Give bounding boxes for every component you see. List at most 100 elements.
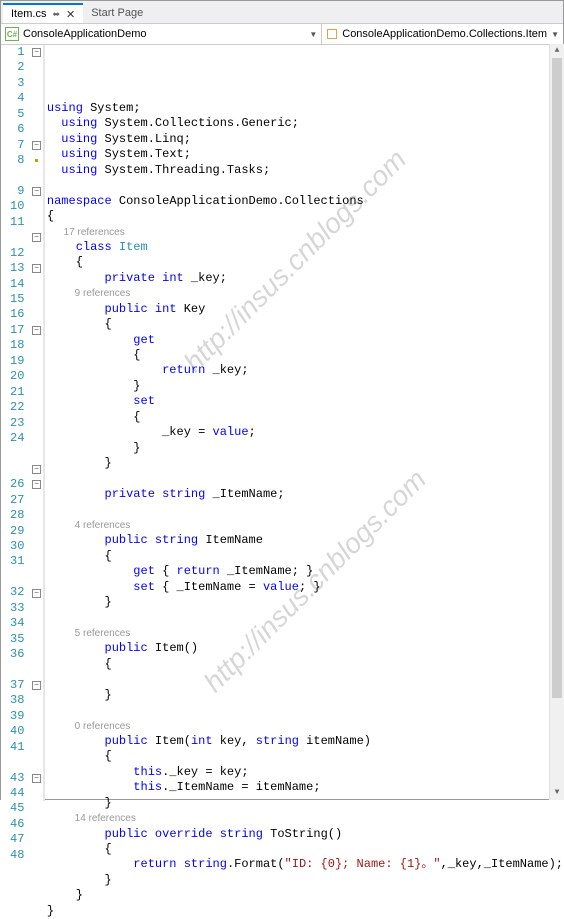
code-line[interactable]: return _key; — [47, 363, 563, 378]
fold-cell[interactable] — [30, 277, 42, 292]
code-line[interactable]: this._ItemName = itemName; — [47, 780, 563, 795]
fold-cell[interactable] — [30, 91, 42, 106]
code-line[interactable]: _key = value; — [47, 425, 563, 440]
fold-cell[interactable] — [30, 107, 42, 122]
fold-cell[interactable] — [30, 848, 42, 863]
fold-cell[interactable] — [30, 601, 42, 616]
fold-cell[interactable] — [30, 570, 42, 585]
fold-minus-icon[interactable]: − — [32, 480, 41, 489]
fold-cell[interactable] — [30, 307, 42, 322]
code-line[interactable]: get { return _ItemName; } — [47, 564, 563, 579]
fold-cell[interactable] — [30, 786, 42, 801]
fold-cell[interactable] — [30, 169, 42, 184]
code-line[interactable]: public override string ToString() — [47, 827, 563, 842]
fold-cell[interactable] — [30, 369, 42, 384]
fold-cell[interactable] — [30, 524, 42, 539]
code-line[interactable]: using System.Linq; — [47, 132, 563, 147]
code-line[interactable]: 0 references — [47, 719, 563, 734]
code-line[interactable]: { — [47, 209, 563, 224]
fold-minus-icon[interactable]: − — [32, 774, 41, 783]
member-dropdown[interactable]: ConsoleApplicationDemo.Collections.Item … — [322, 24, 563, 44]
code-line[interactable]: private string _ItemName; — [47, 487, 563, 502]
code-line[interactable]: { — [47, 749, 563, 764]
fold-cell[interactable] — [30, 539, 42, 554]
fold-cell[interactable]: − — [30, 230, 42, 245]
fold-cell[interactable] — [30, 122, 42, 137]
code-line[interactable]: class Item — [47, 240, 563, 255]
fold-cell[interactable] — [30, 246, 42, 261]
pin-icon[interactable]: ⬌ — [52, 9, 60, 20]
tab-start-page[interactable]: Start Page — [83, 3, 151, 23]
code-line[interactable] — [47, 502, 563, 517]
code-area[interactable]: http://insus.cnblogs.com http://insus.cn… — [43, 45, 563, 801]
code-line[interactable]: } — [47, 888, 563, 903]
fold-cell[interactable] — [30, 755, 42, 770]
code-line[interactable]: { — [47, 317, 563, 332]
code-line[interactable] — [47, 703, 563, 718]
fold-cell[interactable] — [30, 431, 42, 446]
fold-cell[interactable] — [30, 292, 42, 307]
code-line[interactable]: 9 references — [47, 286, 563, 301]
code-line[interactable]: get — [47, 333, 563, 348]
fold-cell[interactable] — [30, 709, 42, 724]
fold-cell[interactable]: − — [30, 771, 42, 786]
fold-cell[interactable] — [30, 385, 42, 400]
scroll-up-icon[interactable]: ▲ — [550, 44, 564, 58]
code-editor[interactable]: 1234567891011121314151617181920212223242… — [1, 45, 563, 801]
fold-cell[interactable] — [30, 354, 42, 369]
code-line[interactable]: private int _key; — [47, 271, 563, 286]
code-line[interactable]: set — [47, 394, 563, 409]
fold-minus-icon[interactable]: − — [32, 187, 41, 196]
close-icon[interactable]: ✕ — [66, 8, 75, 21]
code-line[interactable]: } — [47, 379, 563, 394]
code-line[interactable]: using System; — [47, 101, 563, 116]
code-line[interactable]: 4 references — [47, 518, 563, 533]
fold-cell[interactable]: − — [30, 184, 42, 199]
fold-cell[interactable]: − — [30, 585, 42, 600]
code-line[interactable]: 5 references — [47, 626, 563, 641]
fold-cell[interactable] — [30, 400, 42, 415]
code-line[interactable]: public int Key — [47, 302, 563, 317]
fold-cell[interactable] — [30, 153, 42, 168]
fold-cell[interactable] — [30, 632, 42, 647]
code-line[interactable]: } — [47, 595, 563, 610]
fold-minus-icon[interactable]: − — [32, 465, 41, 474]
fold-cell[interactable] — [30, 338, 42, 353]
fold-cell[interactable]: − — [30, 45, 42, 60]
code-line[interactable]: } — [47, 904, 563, 919]
code-line[interactable]: } — [47, 456, 563, 471]
fold-cell[interactable]: − — [30, 323, 42, 338]
fold-cell[interactable] — [30, 60, 42, 75]
code-line[interactable]: this._key = key; — [47, 765, 563, 780]
fold-cell[interactable] — [30, 817, 42, 832]
fold-minus-icon[interactable]: − — [32, 48, 41, 57]
code-line[interactable]: { — [47, 549, 563, 564]
fold-cell[interactable] — [30, 416, 42, 431]
code-line[interactable]: public string ItemName — [47, 533, 563, 548]
scope-dropdown[interactable]: C# ConsoleApplicationDemo ▼ — [1, 24, 322, 44]
code-line[interactable]: public Item() — [47, 641, 563, 656]
code-line[interactable]: using System.Collections.Generic; — [47, 116, 563, 131]
code-line[interactable]: public Item(int key, string itemName) — [47, 734, 563, 749]
fold-cell[interactable]: − — [30, 477, 42, 492]
code-line[interactable]: { — [47, 255, 563, 270]
code-line[interactable] — [47, 672, 563, 687]
code-line[interactable] — [47, 610, 563, 625]
fold-minus-icon[interactable]: − — [32, 681, 41, 690]
fold-cell[interactable] — [30, 554, 42, 569]
fold-cell[interactable]: − — [30, 138, 42, 153]
fold-minus-icon[interactable]: − — [32, 264, 41, 273]
fold-cell[interactable] — [30, 446, 42, 461]
scroll-down-icon[interactable]: ▼ — [550, 786, 564, 800]
code-line[interactable] — [47, 178, 563, 193]
fold-cell[interactable]: − — [30, 462, 42, 477]
code-line[interactable]: { — [47, 410, 563, 425]
fold-cell[interactable] — [30, 76, 42, 91]
fold-cell[interactable] — [30, 724, 42, 739]
fold-minus-icon[interactable]: − — [32, 233, 41, 242]
code-line[interactable]: { — [47, 657, 563, 672]
fold-minus-icon[interactable]: − — [32, 326, 41, 335]
fold-cell[interactable]: − — [30, 261, 42, 276]
fold-cell[interactable] — [30, 616, 42, 631]
tab-item-cs[interactable]: Item.cs ⬌ ✕ — [3, 3, 83, 23]
